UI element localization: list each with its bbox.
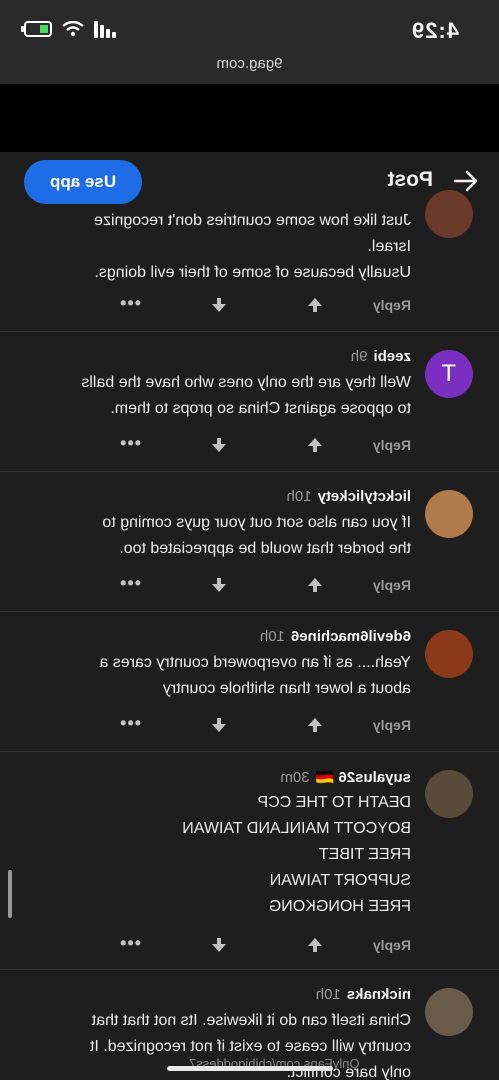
comment-list: Just like how some countries don't recog…	[0, 190, 499, 1080]
timestamp: 10h	[315, 986, 341, 1003]
comment-actions: Reply •••	[119, 933, 411, 956]
reply-button[interactable]: Reply	[333, 937, 411, 953]
comment-line: China itself can do it likewise. Its not…	[91, 1012, 411, 1029]
scrollbar[interactable]	[8, 870, 12, 918]
comment-actions: Reply •••	[119, 293, 411, 316]
comment-line: Israel.	[367, 238, 411, 255]
upvote-icon[interactable]	[297, 574, 333, 596]
avatar[interactable]	[425, 630, 473, 678]
downvote-icon[interactable]	[201, 434, 237, 456]
avatar[interactable]	[425, 988, 473, 1036]
wifi-icon	[62, 21, 84, 37]
comment-body: Yeah.... as if an overpowerd country car…	[41, 650, 411, 702]
upvote-icon[interactable]	[297, 714, 333, 736]
comment-line: BOYCOTT MAINLAND TAIWAN	[182, 820, 411, 837]
comment-item: 6devil6machine6 10h Yeah.... as if an ove…	[0, 612, 499, 752]
username[interactable]: lickctylickety	[318, 488, 411, 505]
comment-line: Well they are the only ones who have the…	[81, 374, 411, 391]
upvote-icon[interactable]	[297, 434, 333, 456]
more-options-icon[interactable]: •••	[119, 933, 141, 954]
avatar-letter: T	[441, 360, 457, 387]
reply-button[interactable]: Reply	[333, 437, 411, 453]
comment-line: to oppose against China so props to them…	[110, 400, 411, 417]
browser-url[interactable]: 9gag.com	[0, 55, 499, 72]
more-options-icon[interactable]: •••	[119, 713, 141, 734]
avatar[interactable]	[425, 490, 473, 538]
comment-line: Just like how some countries don't recog…	[94, 212, 411, 229]
clock: 4:29	[410, 18, 459, 43]
reply-button[interactable]: Reply	[333, 717, 411, 733]
username[interactable]: 6devil6machine6	[291, 628, 411, 645]
comment-item: suyalus26 🇩🇪 30m DEATH TO THE CCP BOYCOTT…	[0, 752, 499, 970]
username[interactable]: suyalus26	[338, 769, 411, 786]
comment-line: DEATH TO THE CCP	[257, 794, 411, 811]
downvote-icon[interactable]	[201, 714, 237, 736]
downvote-icon[interactable]	[201, 574, 237, 596]
browser-toolbar-area	[0, 84, 499, 152]
username[interactable]: nicknaks	[347, 986, 411, 1003]
comment-line: the border that would be appreciated too…	[119, 540, 411, 557]
comment-meta: suyalus26 🇩🇪 30m	[280, 768, 411, 786]
status-icons	[24, 20, 116, 38]
timestamp: 10h	[286, 488, 312, 505]
upvote-icon[interactable]	[297, 934, 333, 956]
home-indicator[interactable]	[167, 1066, 333, 1071]
comment-line: FREE TIBET	[318, 846, 411, 863]
comment-line: If you can also sort out your guys comin…	[102, 514, 411, 531]
flag-icon: 🇩🇪	[315, 769, 335, 786]
comment-item: Just like how some countries don't recog…	[0, 190, 499, 332]
post-header: Post Use app	[0, 152, 499, 214]
comment-actions: Reply •••	[119, 433, 411, 456]
use-app-button[interactable]: Use app	[24, 160, 142, 204]
more-options-icon[interactable]: •••	[119, 433, 141, 454]
comment-body: Just like how some countries don't recog…	[41, 208, 411, 286]
comment-meta: 6devil6machine6 10h	[260, 628, 411, 645]
comment-line: Usually because of some of their evil do…	[94, 264, 411, 281]
comment-meta: lickctylickety 10h	[287, 488, 411, 505]
comment-item: T zeebi 9h Well they are the only ones wh…	[0, 332, 499, 472]
cellular-signal-icon	[94, 20, 116, 38]
timestamp: 30m	[280, 769, 310, 786]
avatar[interactable]: T	[425, 350, 473, 398]
more-options-icon[interactable]: •••	[119, 293, 141, 314]
comment-body: Well they are the only ones who have the…	[41, 370, 411, 422]
mirrored-screen: 4:29 9gag.com Post Use app Just like how…	[0, 0, 499, 1080]
reply-button[interactable]: Reply	[333, 297, 411, 313]
comment-line: about a lower than shithole country	[162, 680, 411, 697]
comment-line: FREE HONGKONG	[268, 898, 411, 915]
comment-body: DEATH TO THE CCP BOYCOTT MAINLAND TAIWAN…	[41, 790, 411, 920]
avatar[interactable]	[425, 770, 473, 818]
status-bar: 4:29 9gag.com	[0, 0, 499, 84]
timestamp: 10h	[259, 628, 285, 645]
comment-item: lickctylickety 10h If you can also sort o…	[0, 472, 499, 612]
comment-body: If you can also sort out your guys comin…	[41, 510, 411, 562]
comment-meta: nicknaks 10h	[316, 986, 411, 1003]
battery-icon	[24, 21, 52, 37]
downvote-icon[interactable]	[201, 934, 237, 956]
comment-meta: zeebi 9h	[351, 348, 411, 365]
comment-line: Yeah.... as if an overpowerd country car…	[99, 654, 411, 671]
reply-button[interactable]: Reply	[333, 577, 411, 593]
comment-line: SUPPORT TAIWAN	[269, 872, 411, 889]
comment-actions: Reply •••	[119, 713, 411, 736]
upvote-icon[interactable]	[297, 294, 333, 316]
username[interactable]: zeebi	[373, 348, 411, 365]
page-title: Post	[387, 168, 433, 191]
downvote-icon[interactable]	[201, 294, 237, 316]
more-options-icon[interactable]: •••	[119, 573, 141, 594]
timestamp: 9h	[350, 348, 368, 365]
avatar[interactable]	[425, 190, 473, 238]
comment-actions: Reply •••	[119, 573, 411, 596]
